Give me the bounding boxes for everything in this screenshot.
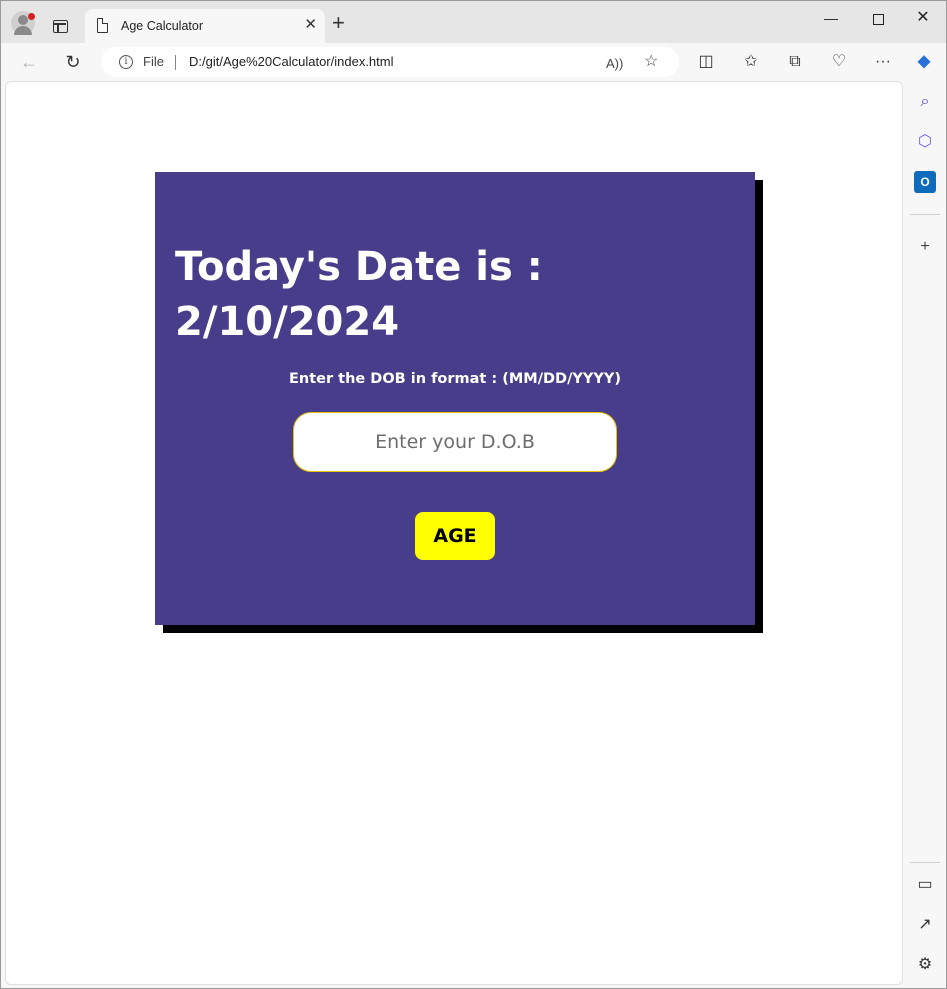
outlook-icon[interactable]: O [914, 171, 936, 193]
page-viewport: Today's Date is : 2/10/2024 Enter the DO… [5, 81, 903, 985]
new-tab-icon[interactable]: + [332, 12, 345, 34]
browser-essentials-icon[interactable]: ♡ [828, 52, 850, 72]
info-icon[interactable]: i [119, 55, 133, 69]
tab-title: Age Calculator [121, 19, 203, 33]
age-calculator-card: Today's Date is : 2/10/2024 Enter the DO… [155, 172, 755, 625]
hide-sidebar-icon[interactable]: ▭ [914, 874, 936, 896]
browser-window: Age Calculator ✕ + — ✕ ← ↻ i File D:/git… [0, 0, 947, 989]
sidebar-divider [910, 214, 940, 215]
tab-actions-icon[interactable] [53, 20, 68, 33]
maximize-icon[interactable] [868, 11, 888, 29]
scheme-label: File [143, 54, 164, 69]
settings-gear-icon[interactable]: ⚙ [914, 954, 936, 976]
favorites-icon[interactable]: ✩ [740, 52, 762, 72]
back-icon[interactable]: ← [18, 52, 40, 72]
add-sidebar-app-icon[interactable]: + [914, 236, 936, 258]
url-text[interactable]: D:/git/Age%20Calculator/index.html [189, 54, 394, 69]
more-menu-icon[interactable]: ··· [872, 52, 894, 72]
profile-avatar-icon[interactable] [11, 11, 35, 35]
address-toolbar: ← ↻ i File D:/git/Age%20Calculator/index… [1, 43, 946, 81]
dob-input[interactable] [293, 412, 617, 472]
minimize-icon[interactable]: — [821, 9, 841, 27]
collections-icon[interactable]: ⧉ [784, 52, 806, 72]
address-separator [175, 55, 176, 70]
search-icon[interactable]: ⌕ [914, 91, 936, 113]
address-bar[interactable]: i File D:/git/Age%20Calculator/index.htm… [101, 47, 679, 77]
copilot-icon[interactable]: ◆ [913, 52, 935, 72]
dob-format-label: Enter the DOB in format : (MM/DD/YYYY) [288, 371, 622, 387]
read-aloud-icon[interactable]: A)) [606, 54, 623, 74]
tab-close-icon[interactable]: ✕ [304, 17, 317, 33]
tab-age-calculator[interactable]: Age Calculator ✕ [85, 9, 325, 43]
todays-date-heading: Today's Date is : 2/10/2024 [175, 244, 543, 345]
close-window-icon[interactable]: ✕ [913, 9, 933, 27]
favorite-star-icon[interactable]: ☆ [644, 52, 658, 72]
shopping-icon[interactable]: ⬡ [914, 131, 936, 153]
sidebar-divider [910, 862, 940, 863]
age-button[interactable]: AGE [415, 512, 495, 560]
title-bar: Age Calculator ✕ + — ✕ [1, 1, 946, 43]
reload-icon[interactable]: ↻ [62, 52, 84, 72]
split-screen-icon[interactable]: ◫ [695, 52, 717, 72]
edge-sidebar: ⌕ ⬡ O + ▭ ↗ ⚙ [904, 81, 946, 988]
external-link-icon[interactable]: ↗ [914, 914, 936, 936]
page-icon [97, 18, 108, 33]
